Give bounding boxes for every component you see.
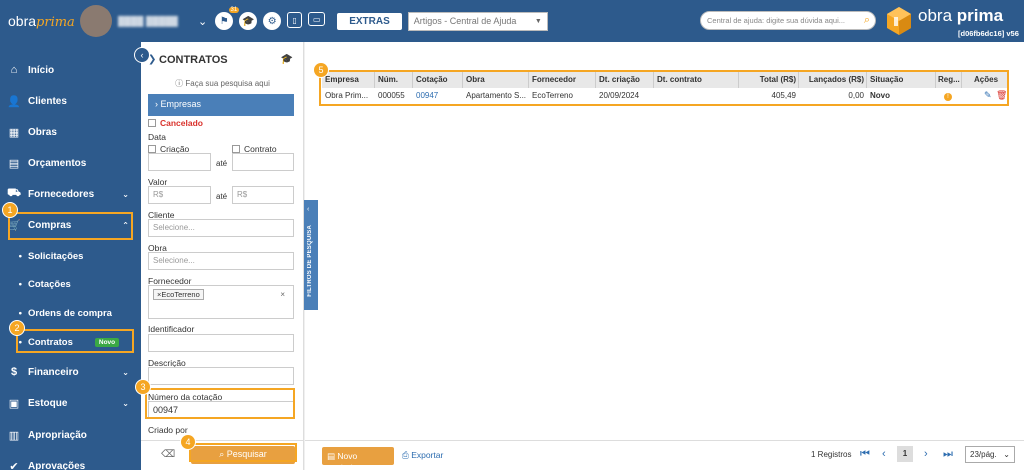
document-icon: ▥ bbox=[8, 429, 20, 442]
obra-select[interactable]: Selecione... bbox=[148, 252, 294, 270]
ate-label: até bbox=[216, 192, 228, 201]
graduation-cap-icon[interactable]: 🎓 bbox=[239, 12, 258, 30]
filter-hint: ⓘ Faça sua pesquisa aqui bbox=[175, 79, 270, 88]
main-content: Empresa Núm. Cotação Obra Fornecedor Dt.… bbox=[305, 42, 1024, 470]
dollar-icon: $ bbox=[10, 366, 18, 378]
export-icon: ⎙ bbox=[402, 450, 409, 460]
prev-page-icon[interactable]: ‹ bbox=[882, 448, 886, 460]
collapse-sidebar-button[interactable]: ‹ bbox=[134, 47, 150, 63]
sidebar-item-fornecedores[interactable]: ⛟ Fornecedores ⌄ bbox=[0, 179, 141, 209]
articles-select[interactable]: Artigos - Central de Ajuda ▼ bbox=[407, 11, 548, 31]
sidebar-item-clientes[interactable]: 👤 Clientes bbox=[0, 86, 141, 116]
sidebar-item-inicio[interactable]: ⌂ Início bbox=[0, 55, 141, 85]
clear-icon[interactable]: × bbox=[280, 290, 285, 299]
sidebar-item-apropriacao[interactable]: ▥ Apropriação bbox=[0, 420, 141, 450]
export-button[interactable]: ⎙ Exportar bbox=[402, 450, 443, 461]
current-page[interactable]: 1 bbox=[897, 446, 913, 462]
descricao-input[interactable] bbox=[148, 367, 294, 385]
sidebar: ⌂ Início 👤 Clientes ▦ Obras ▤ Orçamentos ⛟ Fo… bbox=[0, 42, 141, 470]
brand-cube-icon bbox=[887, 7, 911, 35]
sidebar-subitem-cotacoes[interactable]: • Cotações bbox=[0, 272, 141, 296]
valor-max-input[interactable]: R$ bbox=[232, 186, 294, 204]
building-icon: ▦ bbox=[8, 126, 20, 139]
checkbox[interactable] bbox=[148, 145, 156, 153]
chevron-left-icon: ‹ bbox=[307, 206, 310, 213]
cliente-select[interactable]: Selecione... bbox=[148, 219, 294, 237]
records-count: 1 Registros bbox=[811, 450, 852, 459]
step-marker-3: 3 bbox=[135, 379, 151, 395]
mobile-icon[interactable]: ▯ bbox=[287, 12, 303, 28]
fornecedor-tag: ×EcoTerreno bbox=[153, 289, 204, 300]
check-icon: ✔ bbox=[9, 460, 19, 470]
step-marker-1: 1 bbox=[2, 202, 18, 218]
user-avatar[interactable] bbox=[80, 5, 112, 37]
next-page-icon[interactable]: › bbox=[924, 448, 928, 460]
identificador-label: Identificador bbox=[148, 324, 195, 334]
sidebar-item-financeiro[interactable]: $ Financeiro ⌄ bbox=[0, 357, 141, 387]
step-marker-5: 5 bbox=[313, 62, 329, 78]
user-icon: 👤 bbox=[7, 95, 21, 108]
chevron-down-icon: ⌄ bbox=[122, 189, 129, 199]
highlight-table bbox=[319, 70, 1009, 106]
data-contrato-input[interactable] bbox=[232, 153, 294, 171]
chevron-down-icon: ▼ bbox=[534, 17, 542, 25]
identificador-input[interactable] bbox=[148, 334, 294, 352]
checkbox[interactable] bbox=[232, 145, 240, 153]
highlight-contratos bbox=[16, 329, 134, 353]
user-menu-chevron-icon[interactable]: ⌄ bbox=[198, 15, 207, 28]
first-page-icon[interactable]: ⏮ bbox=[860, 448, 870, 461]
chevron-down-icon: ⌄ bbox=[1003, 450, 1010, 459]
username: ████ █████ bbox=[118, 15, 178, 26]
graduation-cap-icon[interactable]: 🎓 bbox=[281, 54, 293, 65]
empresas-accordion[interactable]: › Empresas bbox=[148, 94, 294, 116]
valor-min-input[interactable]: R$ bbox=[148, 186, 211, 204]
search-filters-handle[interactable]: ‹ FILTROS DE PESQUISA bbox=[304, 200, 318, 310]
notification-badge: 31 bbox=[228, 7, 240, 13]
step-marker-2: 2 bbox=[9, 320, 25, 336]
chevron-left-icon: ‹ bbox=[140, 50, 144, 60]
sidebar-item-obras[interactable]: ▦ Obras bbox=[0, 117, 141, 147]
search-icon[interactable]: ⌕ bbox=[864, 14, 870, 27]
chevron-down-icon: ⌄ bbox=[122, 398, 129, 408]
last-page-icon[interactable]: ⏭ bbox=[943, 448, 953, 461]
app-logo[interactable]: obra prima bbox=[0, 13, 75, 30]
data-criacao-input[interactable] bbox=[148, 153, 211, 171]
criado-por-label: Criado por bbox=[148, 425, 188, 435]
cancelado-checkbox[interactable]: Cancelado bbox=[148, 118, 203, 128]
monitor-icon[interactable]: ▭ bbox=[308, 12, 326, 26]
gear-icon[interactable]: ⚙ bbox=[263, 12, 282, 30]
checkbox[interactable] bbox=[148, 119, 156, 127]
highlight-numero-cotacao bbox=[145, 388, 295, 419]
document-icon: ▤ bbox=[327, 451, 336, 461]
home-icon: ⌂ bbox=[10, 64, 18, 76]
sidebar-item-estoque[interactable]: ▣ Estoque ⌄ bbox=[0, 388, 141, 418]
box-icon: ▣ bbox=[8, 397, 20, 410]
sidebar-subitem-solicitacoes[interactable]: • Solicitações bbox=[0, 244, 141, 268]
highlight-pesquisar bbox=[189, 443, 297, 462]
ate-label: até bbox=[216, 159, 228, 168]
sidebar-item-orcamentos[interactable]: ▤ Orçamentos bbox=[0, 148, 141, 178]
info-icon: ⓘ bbox=[175, 79, 184, 88]
version-label: [d06fb6dc16] v56 bbox=[958, 29, 1019, 38]
main-footer: ▤ Novo contrato ⎙ Exportar 1 Registros ⏮… bbox=[305, 440, 1024, 470]
highlight-compras bbox=[8, 212, 133, 240]
chevron-down-icon: ⌄ bbox=[122, 367, 129, 377]
brand-name: obra prima bbox=[918, 6, 1004, 25]
step-marker-4: 4 bbox=[180, 434, 196, 450]
eraser-icon[interactable]: ⌫ bbox=[161, 449, 175, 460]
help-search-input[interactable]: Central de ajuda: digite sua dúvida aqui… bbox=[700, 11, 876, 30]
sidebar-item-aprovacoes[interactable]: ✔ Aprovações bbox=[0, 451, 141, 470]
extras-button[interactable]: EXTRAS bbox=[337, 12, 402, 30]
flag-icon[interactable]: ⚑ 31 bbox=[215, 7, 240, 30]
chevron-right-icon: › bbox=[155, 99, 158, 109]
truck-icon: ⛟ bbox=[7, 187, 21, 199]
new-contract-button[interactable]: ▤ Novo contrato bbox=[322, 447, 394, 470]
data-label: Data bbox=[148, 132, 166, 142]
fornecedor-multiselect[interactable]: ×EcoTerreno × bbox=[148, 285, 294, 319]
calculator-icon: ▤ bbox=[8, 157, 20, 170]
per-page-select[interactable]: 23/pág. ⌄ bbox=[965, 446, 1015, 463]
filter-title: CONTRATOS bbox=[159, 54, 228, 66]
